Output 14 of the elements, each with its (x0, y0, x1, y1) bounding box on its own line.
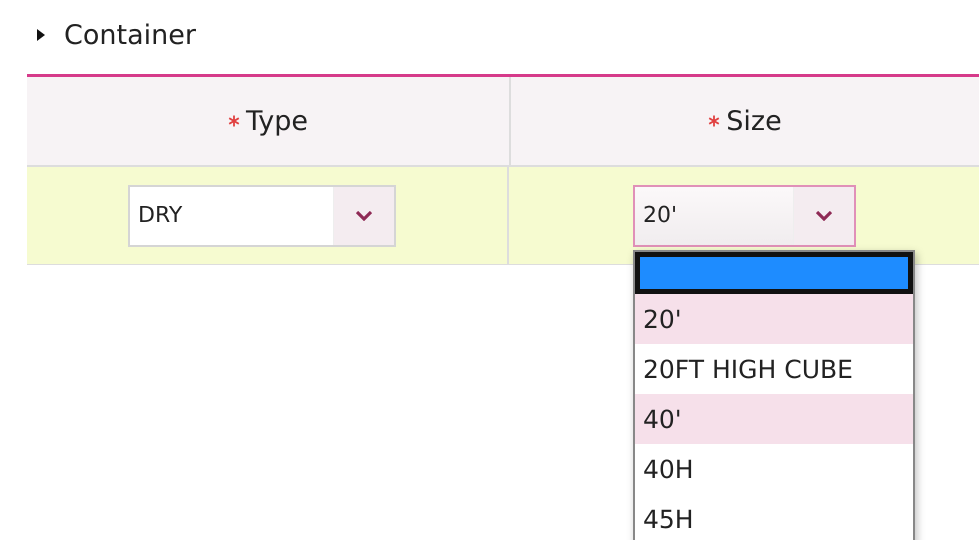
select-field[interactable]: DRY (128, 184, 396, 246)
dropdown-option[interactable]: 20FT HIGH CUBE (635, 344, 913, 394)
dropdown-option[interactable]: 40' (635, 394, 913, 444)
chevron-down-icon (356, 210, 372, 220)
dropdown-option[interactable] (635, 252, 913, 294)
section-title: Container (64, 20, 196, 50)
dropdown-option[interactable]: 20' (635, 294, 913, 344)
select-field[interactable]: 20' (633, 184, 856, 246)
expand-triangle-icon[interactable] (36, 28, 46, 42)
dropdown-option[interactable]: 40H (635, 444, 913, 494)
column-header: Size (726, 106, 782, 136)
column-header: Type (246, 106, 308, 136)
chevron-down-icon (816, 210, 832, 220)
dropdown-option[interactable]: 45H (635, 494, 913, 540)
